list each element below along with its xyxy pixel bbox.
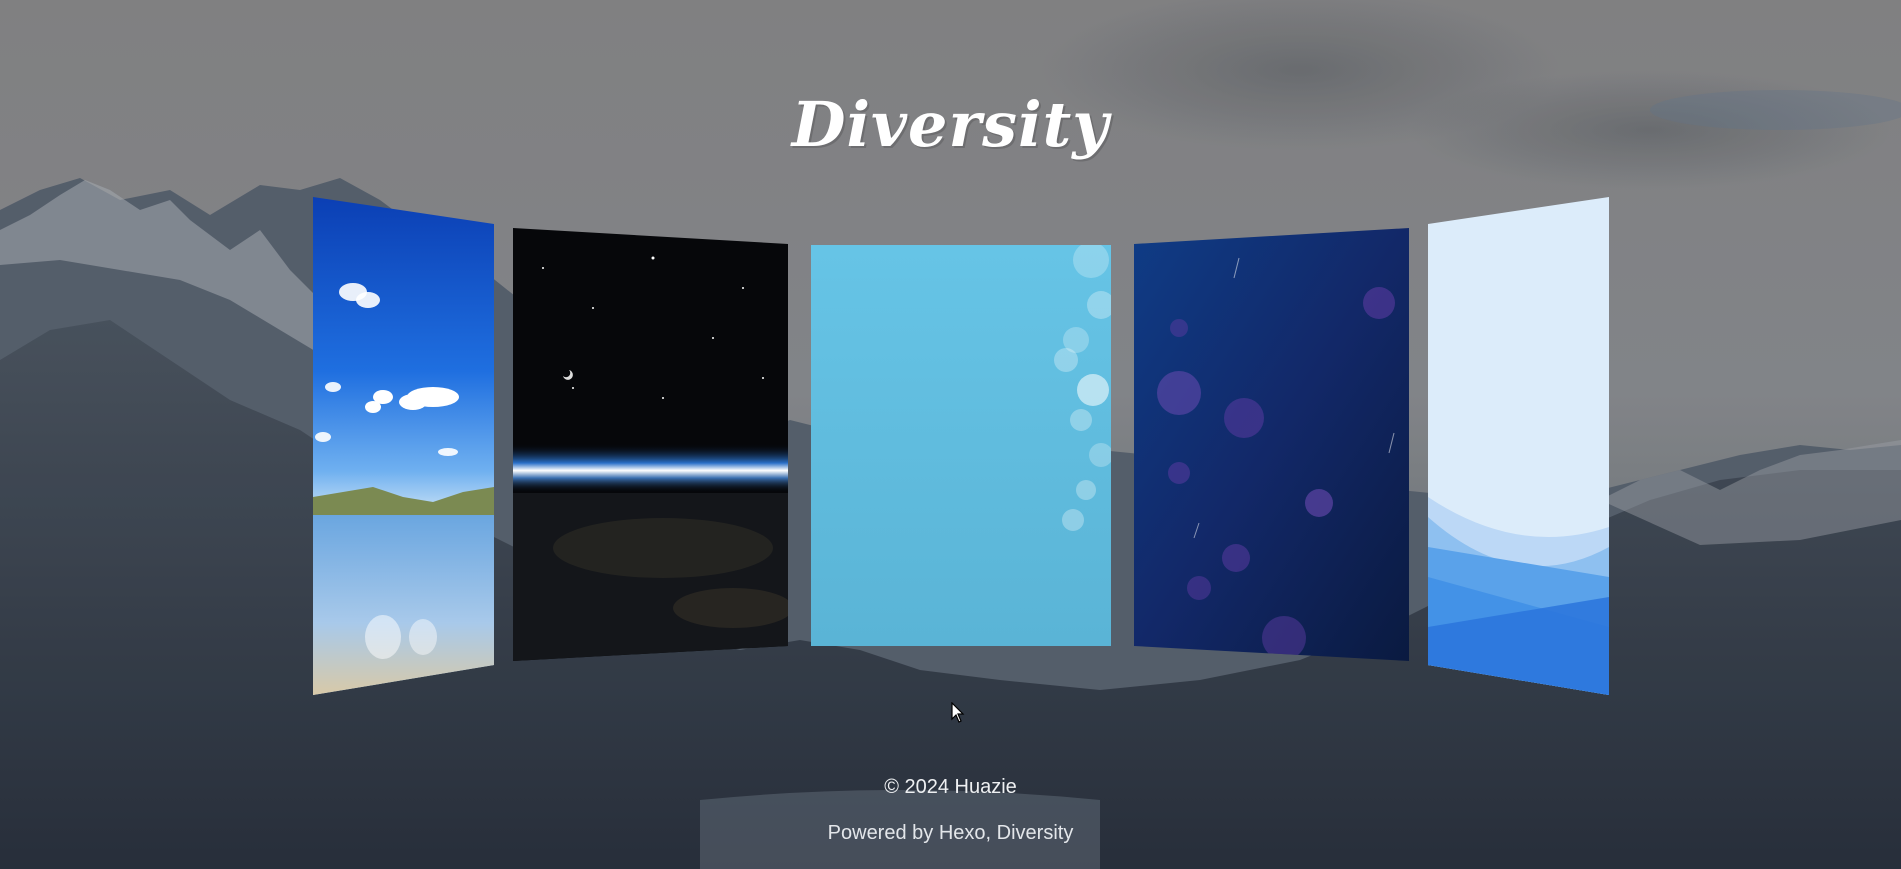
carousel-card-lake-sky[interactable] [313,197,494,695]
blue-bokeh-image [811,245,1111,646]
navy-bubbles-image [1134,228,1409,661]
mouse-cursor-icon [951,702,965,723]
carousel-card-navy-bubbles[interactable] [1134,228,1409,661]
footer-powered-by: Powered by Hexo, Diversity [0,822,1901,845]
carousel-card-blue-waves[interactable] [1428,197,1609,695]
blue-waves-image [1428,197,1609,695]
space-horizon-image [513,228,788,661]
carousel-card-space-earth[interactable] [513,228,788,661]
powered-by-label: Powered by [827,822,939,844]
hexo-link[interactable]: Hexo [939,822,986,844]
footer-copyright: © 2024 Huazie [884,776,1017,798]
carousel-card-light-blue-bokeh[interactable] [811,245,1111,646]
theme-link[interactable]: Diversity [997,822,1074,844]
footer-separator: , [985,822,997,844]
site-title[interactable]: Diversity [0,88,1901,161]
lake-sky-image [313,197,494,695]
